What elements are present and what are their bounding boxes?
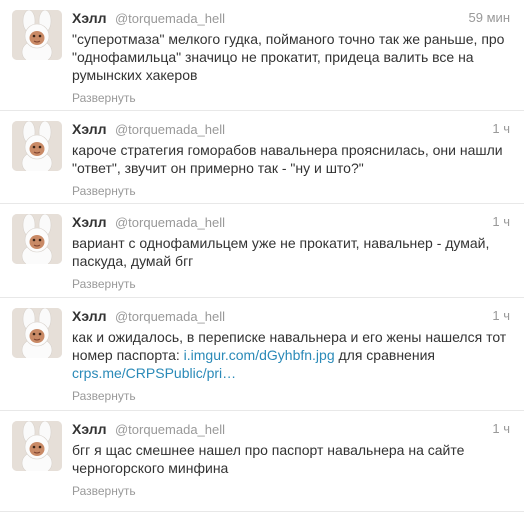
tweet-item[interactable]: Хэлл @torquemada_hell 1 ч бгг я щас смеш… bbox=[0, 411, 524, 512]
avatar[interactable] bbox=[12, 10, 62, 60]
tweet-text: кароче стратегия гоморабов навальнера пр… bbox=[72, 142, 503, 176]
author-handle[interactable]: @torquemada_hell bbox=[115, 11, 225, 26]
tweet-timestamp[interactable]: 1 ч bbox=[492, 212, 510, 232]
tweet-timestamp[interactable]: 1 ч bbox=[492, 306, 510, 326]
bunny-avatar-icon bbox=[12, 10, 62, 60]
tweet-link-imgur[interactable]: i.imgur.com/dGyhbfn.jpg bbox=[184, 347, 335, 363]
expand-link[interactable]: Развернуть bbox=[72, 276, 510, 292]
author-name[interactable]: Хэлл bbox=[72, 421, 107, 437]
bunny-avatar-icon bbox=[12, 421, 62, 471]
author-name[interactable]: Хэлл bbox=[72, 121, 107, 137]
tweet-text-mid: для сравнения bbox=[338, 347, 435, 363]
tweet-link-crps[interactable]: crps.me/CRPSPublic/pri… bbox=[72, 365, 236, 381]
bunny-avatar-icon bbox=[12, 308, 62, 358]
tweet-text: "суперотмаза" мелкого гудка, пойманого т… bbox=[72, 31, 505, 83]
tweet-timestamp[interactable]: 1 ч bbox=[492, 419, 510, 439]
author-name[interactable]: Хэлл bbox=[72, 214, 107, 230]
tweet-item[interactable]: Хэлл @torquemada_hell 1 ч кароче стратег… bbox=[0, 111, 524, 204]
expand-link[interactable]: Развернуть bbox=[72, 388, 510, 404]
avatar[interactable] bbox=[12, 214, 62, 264]
bunny-avatar-icon bbox=[12, 214, 62, 264]
tweet-text: как и ожидалось, в переписке навальнера … bbox=[72, 328, 510, 382]
tweet-item[interactable]: Хэлл @torquemada_hell 1 ч вариант с одно… bbox=[0, 204, 524, 298]
author-handle[interactable]: @torquemada_hell bbox=[115, 422, 225, 437]
author-handle[interactable]: @torquemada_hell bbox=[115, 215, 225, 230]
expand-link[interactable]: Развернуть bbox=[72, 183, 510, 199]
avatar[interactable] bbox=[12, 121, 62, 171]
author-name[interactable]: Хэлл bbox=[72, 10, 107, 26]
expand-link[interactable]: Развернуть bbox=[72, 90, 510, 106]
tweet-item[interactable]: Хэлл @torquemada_hell 59 мин "суперотмаз… bbox=[0, 0, 524, 111]
avatar[interactable] bbox=[12, 421, 62, 471]
tweet-text: бгг я щас смешнее нашел про паспорт нава… bbox=[72, 442, 465, 476]
author-handle[interactable]: @torquemada_hell bbox=[115, 309, 225, 324]
author-name[interactable]: Хэлл bbox=[72, 308, 107, 324]
bunny-avatar-icon bbox=[12, 121, 62, 171]
expand-link[interactable]: Развернуть bbox=[72, 483, 510, 499]
tweet-timestamp[interactable]: 1 ч bbox=[492, 119, 510, 139]
tweet-timeline: Хэлл @torquemada_hell 59 мин "суперотмаз… bbox=[0, 0, 524, 512]
tweet-timestamp[interactable]: 59 мин bbox=[469, 8, 510, 28]
avatar[interactable] bbox=[12, 308, 62, 358]
tweet-item[interactable]: Хэлл @torquemada_hell 1 ч как и ожидалос… bbox=[0, 298, 524, 411]
author-handle[interactable]: @torquemada_hell bbox=[115, 122, 225, 137]
tweet-text: вариант с однофамильцем уже не прокатит,… bbox=[72, 235, 490, 269]
